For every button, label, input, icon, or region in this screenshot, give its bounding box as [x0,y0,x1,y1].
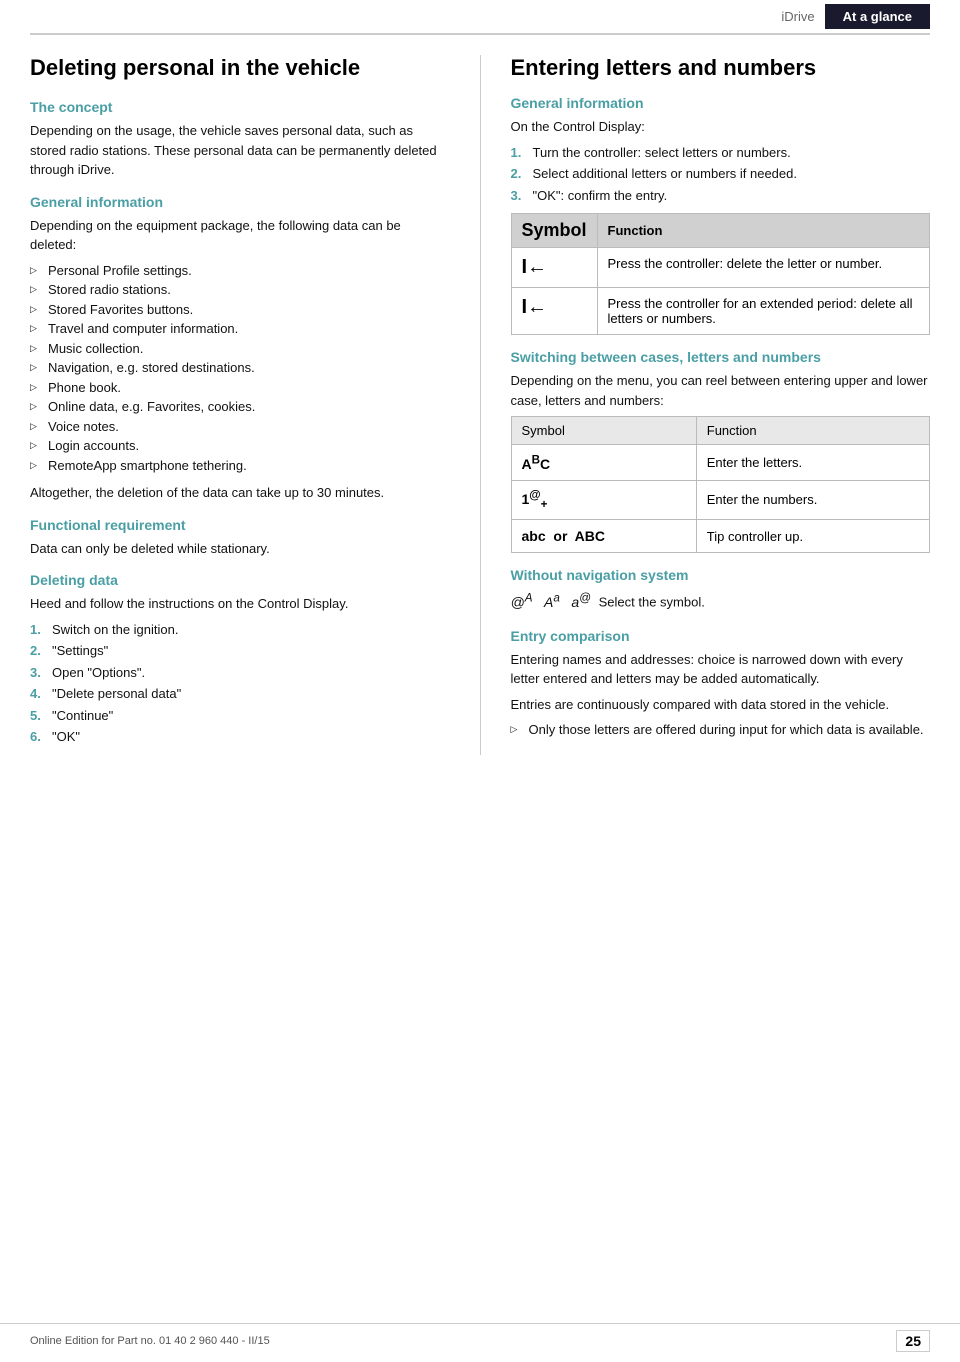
section-heading-deleting-data: Deleting data [30,572,450,588]
list-item: 2.Select additional letters or numbers i… [511,164,931,184]
right-general-steps: 1.Turn the controller: select letters or… [511,143,931,206]
function-cell: Enter the numbers. [696,480,929,519]
list-item: Login accounts. [30,436,450,456]
nav-symbol-3: a@ [567,594,591,610]
list-item: Stored Favorites buttons. [30,300,450,320]
list-item: 4."Delete personal data" [30,684,450,704]
list-item: Personal Profile settings. [30,261,450,281]
section-heading-general-info: General information [30,194,450,210]
list-item: Online data, e.g. Favorites, cookies. [30,397,450,417]
list-item: 3."OK": confirm the entry. [511,186,931,206]
function-cell: Press the controller for an extended per… [597,288,929,335]
section-heading-concept: The concept [30,99,450,115]
table-row: I← Press the controller: delete the lett… [511,248,930,288]
list-item: 2."Settings" [30,641,450,661]
general-info-footer: Altogether, the deletion of the data can… [30,483,450,503]
table-row: I← Press the controller for an extended … [511,288,930,335]
list-item: Stored radio stations. [30,280,450,300]
column-divider [480,55,481,755]
without-nav-body: @A Aa a@ Select the symbol. [511,589,931,613]
list-item: Voice notes. [30,417,450,437]
symbol-cell: I← [511,288,597,335]
right-page-title: Entering letters and numbers [511,55,931,81]
list-item: RemoteApp smartphone tethering. [30,456,450,476]
deleting-data-steps: 1.Switch on the ignition. 2."Settings" 3… [30,620,450,747]
list-item: Navigation, e.g. stored destinations. [30,358,450,378]
symbol-cell: I← [511,248,597,288]
right-section-heading-general: General information [511,95,931,111]
table-header-symbol: Symbol [511,417,696,445]
function-cell: Enter the letters. [696,445,929,481]
header-idrive-label: iDrive [781,9,814,24]
right-general-intro: On the Control Display: [511,117,931,137]
footer-text: Online Edition for Part no. 01 40 2 960 … [30,1335,270,1347]
symbol-cell: 1@+ [511,480,696,519]
list-item: 3.Open "Options". [30,663,450,683]
symbol-cell: abc or ABC [511,520,696,553]
left-column: Deleting personal in the vehicle The con… [30,55,450,755]
right-column: Entering letters and numbers General inf… [511,55,931,755]
concept-body: Depending on the usage, the vehicle save… [30,121,450,180]
main-content: Deleting personal in the vehicle The con… [0,35,960,815]
list-item: Phone book. [30,378,450,398]
page-footer: Online Edition for Part no. 01 40 2 960 … [0,1323,960,1352]
entry-comparison-para2: Entries are continuously compared with d… [511,695,931,715]
right-section-heading-switching: Switching between cases, letters and num… [511,349,931,365]
page-header: iDrive At a glance [30,0,930,35]
deleting-data-body: Heed and follow the instructions on the … [30,594,450,614]
entry-comparison-para1: Entering names and addresses: choice is … [511,650,931,689]
function-cell: Tip controller up. [696,520,929,553]
right-section-heading-entry-comparison: Entry comparison [511,628,931,644]
list-item: Travel and computer information. [30,319,450,339]
switching-body: Depending on the menu, you can reel betw… [511,371,931,410]
nav-symbol-2: Aa [540,594,560,610]
function-cell: Press the controller: delete the letter … [597,248,929,288]
symbol-cell: ABC [511,445,696,481]
list-item: 6."OK" [30,727,450,747]
symbol-function-table-2: Symbol Function ABC Enter the letters. 1… [511,416,931,553]
footer-page-number: 25 [896,1330,930,1352]
list-item: 1.Switch on the ignition. [30,620,450,640]
table-row: ABC Enter the letters. [511,445,930,481]
general-info-intro: Depending on the equipment package, the … [30,216,450,255]
list-item: 5."Continue" [30,706,450,726]
table-header-symbol: Symbol [511,214,597,248]
list-item: Music collection. [30,339,450,359]
table-header-function: Function [597,214,929,248]
general-info-bullet-list: Personal Profile settings. Stored radio … [30,261,450,476]
list-item: 1.Turn the controller: select letters or… [511,143,931,163]
nav-symbol-1: @A [511,594,533,610]
entry-comparison-bullets: Only those letters are offered during in… [511,720,931,740]
table-header-function: Function [696,417,929,445]
list-item: Only those letters are offered during in… [511,720,931,740]
right-section-heading-without-nav: Without navigation system [511,567,931,583]
functional-body: Data can only be deleted while stationar… [30,539,450,559]
section-heading-functional: Functional requirement [30,517,450,533]
symbol-function-table-1: Symbol Function I← Press the controller:… [511,213,931,335]
table-row: abc or ABC Tip controller up. [511,520,930,553]
header-tab-label: At a glance [825,4,930,29]
left-page-title: Deleting personal in the vehicle [30,55,450,81]
table-row: 1@+ Enter the numbers. [511,480,930,519]
